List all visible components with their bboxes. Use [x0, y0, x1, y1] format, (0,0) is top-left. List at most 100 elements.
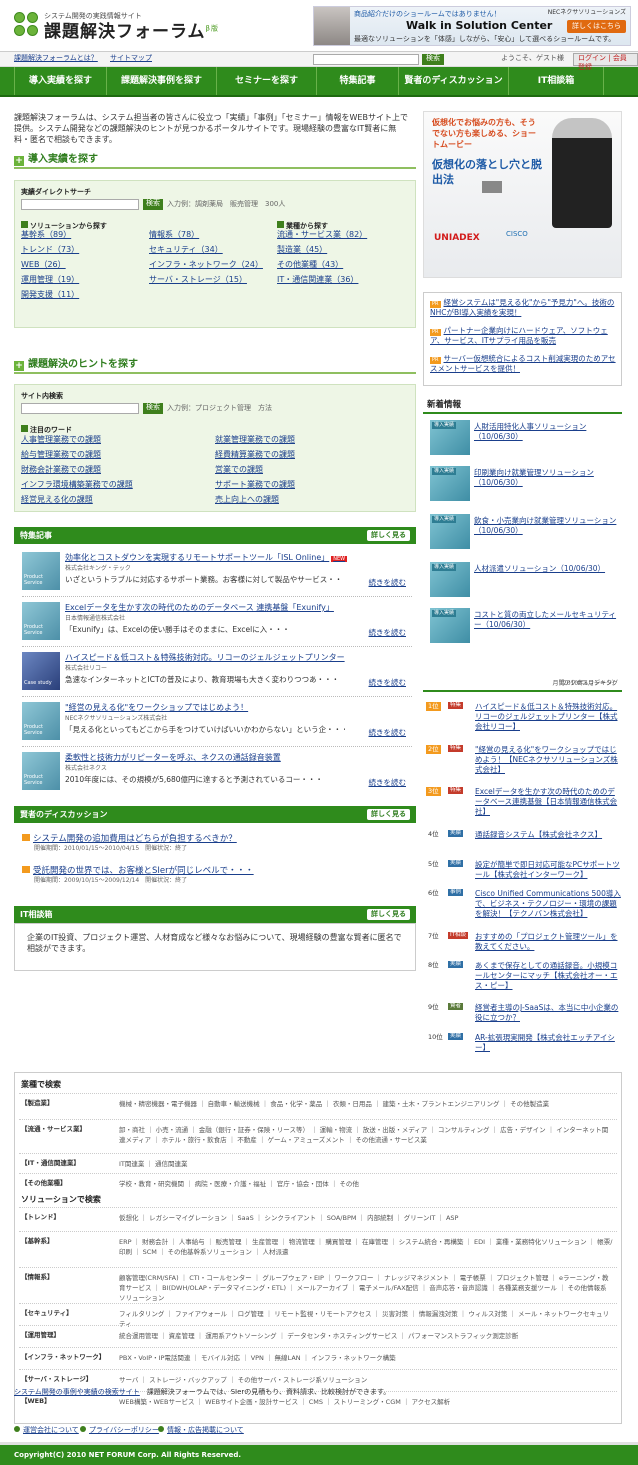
feature-thumbnail[interactable]: Product Service	[22, 752, 60, 790]
site-logo[interactable]: 課題解決フォーラムβ版	[44, 21, 219, 44]
about-link[interactable]: 課題解決フォーラムとは？	[14, 54, 98, 63]
index-links[interactable]: IT関連業 ｜ 通信関連業	[119, 1159, 613, 1169]
news-link[interactable]: 飲食・小売業向け就業管理ソリューション（10/06/30）	[474, 516, 619, 536]
keyword-link[interactable]: 営業での課題	[215, 465, 263, 476]
industry-link[interactable]: 製造業（45）	[277, 245, 327, 256]
read-more-link[interactable]: 続きを読む	[369, 628, 407, 638]
site-search-input[interactable]	[21, 403, 139, 414]
keyword-link[interactable]: 経営見える化の課題	[21, 495, 93, 506]
nav-features[interactable]: 特集記事	[317, 67, 399, 95]
keyword-link[interactable]: 給与管理業務での課題	[21, 450, 101, 461]
rank-link[interactable]: ハイスピード＆低コスト＆特殊技術対応。リコーのジェルジェットプリンター【株式会社…	[475, 702, 622, 732]
rank-link[interactable]: AR-拡張現実開発【株式会社エッチアイシー】	[475, 1033, 622, 1053]
news-link[interactable]: 人財活用特化人事ソリューション（10/06/30）	[474, 422, 619, 442]
solution-link[interactable]: 開発支援（11）	[21, 290, 79, 301]
solution-link[interactable]: インフラ・ネットワーク（24）	[149, 260, 263, 271]
discussion-title-link[interactable]: 受託開発の世界では、お客様とSIerが同じレベルで・・・	[22, 866, 254, 876]
rank-link[interactable]: Cisco Unified Communications 500導入で、ビジネス…	[475, 889, 622, 919]
keyword-link[interactable]: 人事管理業務での課題	[21, 435, 101, 446]
keyword-link[interactable]: 経費精算業務での課題	[215, 450, 295, 461]
index-links[interactable]: WEB構築・WEBサービス ｜ WEBサイト企画・設計サービス ｜ CMS ｜ …	[119, 1397, 613, 1407]
read-more-link[interactable]: 続きを読む	[369, 778, 407, 788]
discussion-more-button[interactable]: 詳しく見る	[367, 809, 410, 820]
keyword-link[interactable]: 売上向上への課題	[215, 495, 279, 506]
feature-thumbnail[interactable]: Product Service	[22, 602, 60, 640]
news-link[interactable]: 人材派遣ソリューション（10/06/30）	[474, 564, 619, 574]
industry-link[interactable]: IT・通信関連業（36）	[277, 275, 358, 286]
news-thumbnail[interactable]: 導入実績	[430, 514, 470, 549]
header-banner[interactable]: 商品紹介だけのショールームではありません！ NECネクサソリューションズ Wal…	[313, 6, 631, 46]
discussion-title-link[interactable]: システム開発の追加費用はどちらが負担するべきか？	[22, 834, 237, 844]
read-more-link[interactable]: 続きを読む	[369, 678, 407, 688]
feature-title-link[interactable]: "経営の見える化"をワークショップではじめよう！	[65, 703, 248, 714]
index-links[interactable]: 顧客管理(CRM/SFA) ｜ CTI・コールセンター ｜ グループウェア・EI…	[119, 1273, 613, 1303]
feature-thumbnail[interactable]: Product Service	[22, 552, 60, 590]
index-links[interactable]: 統合運用管理 ｜ 資産管理 ｜ 運用系アウトソーシング ｜ データセンタ・ホステ…	[119, 1331, 613, 1341]
login-link[interactable]: ログイン	[578, 54, 606, 62]
feature-thumbnail[interactable]: Case study	[22, 652, 60, 690]
solution-link[interactable]: 情報系（78）	[149, 230, 199, 241]
pr-link[interactable]: PR パートナー企業向けにハードウェア、ソフトウェア、サービス、ITサプライ用品を…	[430, 326, 620, 346]
feature-title-link[interactable]: ハイスピード＆低コスト＆特殊技術対応。リコーのジェルジェットプリンター	[65, 653, 345, 664]
keyword-link[interactable]: 財務会計業務での課題	[21, 465, 101, 476]
rank-link[interactable]: Excelデータを生かす次の時代のためのデータベース連携基盤【日本情報通信株式会…	[475, 787, 622, 817]
read-more-link[interactable]: 続きを読む	[369, 578, 407, 588]
footer-link-advertise[interactable]: 情報・広告掲載について	[158, 1426, 244, 1435]
keyword-link[interactable]: 就業管理業務での課題	[215, 435, 295, 446]
logo-icon[interactable]	[14, 12, 40, 38]
pr-link[interactable]: PR 経営システムは"見える化"から"予見力"へ。技術のNHCがBI導入実績を実現…	[430, 298, 620, 318]
feature-thumbnail[interactable]: Product Service	[22, 702, 60, 740]
news-thumbnail[interactable]: 導入実績	[430, 562, 470, 597]
footer-link-privacy[interactable]: プライバシーポリシー	[80, 1426, 159, 1435]
solution-link[interactable]: 基幹系（89）	[21, 230, 71, 241]
index-links[interactable]: サーバ ｜ ストレージ・バックアップ ｜ その他サーバ・ストレージ系ソリューショ…	[119, 1375, 613, 1385]
it-consult-more-button[interactable]: 詳しく見る	[367, 909, 410, 920]
header-search-button[interactable]: 検索	[422, 54, 444, 65]
index-links[interactable]: ERP ｜ 財務会計 ｜ 人事給与 ｜ 販売管理 ｜ 生産管理 ｜ 物流管理 ｜…	[119, 1237, 613, 1257]
feature-title-link[interactable]: 効率化とコストダウンを実現するリモートサポートツール「ISL Online」 NE…	[65, 553, 348, 564]
news-link[interactable]: コストと質の両立したメールセキュリティー（10/06/30）	[474, 610, 619, 630]
rank-link[interactable]: 通話録音システム【株式会社ネクス】	[475, 830, 622, 840]
banner-detail-button[interactable]: 詳しくはこちら	[567, 20, 626, 34]
direct-search-input[interactable]	[21, 199, 139, 210]
keyword-link[interactable]: サポート業務での課題	[215, 480, 295, 491]
industry-link[interactable]: 流通・サービス業（82）	[277, 230, 367, 241]
news-thumbnail[interactable]: 導入実績	[430, 608, 470, 643]
solution-link[interactable]: 運用管理（19）	[21, 275, 79, 286]
solution-link[interactable]: セキュリティ（34）	[149, 245, 223, 256]
feature-title-link[interactable]: Excelデータを生かす次の時代のためのデータベース 連携基盤「Exunify」	[65, 603, 334, 614]
news-thumbnail[interactable]: 導入実績	[430, 466, 470, 501]
index-links[interactable]: 卸・商社 ｜ 小売・流通 ｜ 金融（銀行・証券・保険・リース等） ｜ 運輸・物流…	[119, 1125, 613, 1145]
nav-discussion[interactable]: 賢者のディスカッション	[399, 67, 509, 95]
rank-link[interactable]: "経営の見える化"をワークショップではじめよう！【NECネクサソリューションズ株…	[475, 745, 622, 775]
login-register-button[interactable]: ログイン | 会員登録	[573, 53, 638, 71]
index-links[interactable]: 学校・教育・研究機関 ｜ 病院・医療・介護・福祉 ｜ 官庁・協会・団体 ｜ その…	[119, 1179, 613, 1189]
solution-link[interactable]: サーバ・ストレージ（15）	[149, 275, 247, 286]
rank-link[interactable]: おすすめの「プロジェクト管理ツール」を教えてください。	[475, 932, 622, 952]
header-search-input[interactable]	[313, 54, 419, 65]
news-link[interactable]: 印刷業向け就業管理ソリューション（10/06/30）	[474, 468, 619, 488]
rank-link[interactable]: 設定が簡単で即日対応可能なPCサポートツール【株式会社インターワーク】	[475, 860, 622, 880]
rank-link[interactable]: あくまで保存としての通話録音。小規模コールセンターにマッチ【株式会社オー・エス・…	[475, 961, 622, 991]
keyword-link[interactable]: インフラ環境構築業務での課題	[21, 480, 133, 491]
site-search-button[interactable]: 検索	[143, 403, 163, 414]
site-description-link[interactable]: システム開発の事例や実績の検索サイト	[14, 1388, 140, 1396]
index-links[interactable]: PBX・VoIP・IP電話関連 ｜ モバイル対応 ｜ VPN ｜ 無線LAN ｜…	[119, 1353, 613, 1363]
news-thumbnail[interactable]: 導入実績	[430, 420, 470, 455]
read-more-link[interactable]: 続きを読む	[369, 728, 407, 738]
industry-link[interactable]: その他業種（43）	[277, 260, 343, 271]
index-links[interactable]: 仮想化 ｜ レガシーマイグレーション ｜ SaaS ｜ シンクライアント ｜ S…	[119, 1213, 613, 1223]
feature-title-link[interactable]: 柔軟性と技術力がリピーターを呼ぶ、ネクスの通話録音装置	[65, 753, 281, 764]
rank-link[interactable]: 経営者主導のJ-SaaSは、本当に中小企業の役に立つか？	[475, 1003, 622, 1023]
pr-link[interactable]: PR サーバー仮想統合によるコスト削減実現のためアセスメントサービスを提供！	[430, 354, 620, 374]
solution-link[interactable]: トレンド（73）	[21, 245, 79, 256]
feature-more-button[interactable]: 詳しく見る	[367, 530, 410, 541]
index-links[interactable]: 機械・精密機器・電子機器 ｜ 自動車・輸送機械 ｜ 食品・化学・薬品 ｜ 衣類・…	[119, 1099, 613, 1109]
footer-link-company[interactable]: 運営会社について	[14, 1426, 79, 1435]
nav-results[interactable]: 導入実績を探す	[14, 67, 107, 95]
nav-seminars[interactable]: セミナーを探す	[217, 67, 317, 95]
nav-cases[interactable]: 課題解決事例を探す	[107, 67, 217, 95]
sitemap-link[interactable]: サイトマップ	[110, 54, 152, 63]
solution-link[interactable]: WEB（26）	[21, 260, 66, 271]
direct-search-button[interactable]: 検索	[143, 199, 163, 210]
